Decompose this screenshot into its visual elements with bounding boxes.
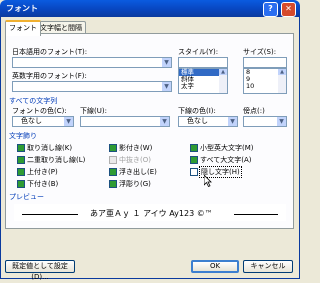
chevron-down-icon[interactable]: ▼ <box>64 117 73 126</box>
chevron-down-icon[interactable]: ▼ <box>162 58 171 67</box>
shadow-label: 影付き(W) <box>119 144 153 152</box>
style-label: スタイル(Y): <box>178 48 219 56</box>
underline-color-combo[interactable]: 色なし ▼ <box>178 116 238 127</box>
window-title: フォント <box>6 4 38 13</box>
double-strikethrough-label: 二重取り消し線(L) <box>27 156 86 164</box>
underline-combo[interactable]: ▼ <box>80 116 170 127</box>
emphasis-combo[interactable]: ▼ <box>243 116 287 127</box>
double-strikethrough-checkbox[interactable] <box>17 156 25 164</box>
mouse-cursor-icon <box>204 175 212 187</box>
underline-label: 下線(U): <box>80 107 107 115</box>
scrollbar[interactable]: ▲ <box>278 69 286 93</box>
preview-text: あア亜Ａｙ １ アイウ Ay123 ©™ <box>90 209 213 218</box>
shadow-checkbox[interactable] <box>109 144 117 152</box>
all-caps-label: すべて大文字(A) <box>200 156 252 164</box>
style-input[interactable] <box>178 57 228 68</box>
set-default-button[interactable]: 既定値として設定(D)... <box>5 260 75 281</box>
scrollbar[interactable]: ▲ <box>219 69 227 93</box>
close-button[interactable]: ✕ <box>281 2 296 17</box>
preview-section: プレビュー <box>9 193 44 201</box>
emphasis-label: 傍点(:) <box>243 107 265 115</box>
underline-color-value: 色なし <box>187 117 208 125</box>
strikethrough-label: 取り消し線(K) <box>27 144 73 152</box>
subscript-checkbox[interactable] <box>17 180 25 188</box>
engrave-label: 浮彫り(G) <box>119 180 151 188</box>
underline-color-label: 下線の色(I): <box>178 107 216 115</box>
japanese-font-label: 日本語用のフォント(T): <box>12 48 88 56</box>
emboss-checkbox[interactable] <box>109 168 117 176</box>
strikethrough-checkbox[interactable] <box>17 144 25 152</box>
cancel-button[interactable]: キャンセル <box>243 260 293 273</box>
all-caps-checkbox[interactable] <box>190 156 198 164</box>
small-caps-checkbox[interactable] <box>190 144 198 152</box>
chevron-down-icon[interactable]: ▼ <box>160 117 169 126</box>
chevron-down-icon[interactable]: ▼ <box>162 82 171 91</box>
chevron-down-icon[interactable]: ▼ <box>228 117 237 126</box>
font-color-combo[interactable]: 色なし ▼ <box>12 116 74 127</box>
size-list[interactable]: 8 9 10 ▲ <box>243 68 287 94</box>
font-color-label: フォントの色(C): <box>12 107 67 115</box>
size-input[interactable] <box>243 57 287 68</box>
preview-line-left <box>22 214 78 215</box>
hidden-checkbox[interactable] <box>190 168 198 176</box>
emboss-label: 浮き出し(E) <box>119 168 157 176</box>
effects-section: 文字飾り <box>9 132 37 140</box>
superscript-label: 上付き(P) <box>27 168 58 176</box>
japanese-font-combo[interactable]: ▼ <box>12 57 172 68</box>
chevron-down-icon[interactable]: ▼ <box>277 117 286 126</box>
all-text-section: すべての文字列 <box>9 97 58 105</box>
help-button[interactable]: ? <box>263 2 278 17</box>
superscript-checkbox[interactable] <box>17 168 25 176</box>
subscript-label: 下付き(B) <box>27 180 59 188</box>
outline-checkbox[interactable] <box>109 156 117 164</box>
size-label: サイズ(S): <box>243 48 277 56</box>
small-caps-label: 小型英大文字(M) <box>200 144 254 152</box>
font-color-value: 色なし <box>21 117 42 125</box>
preview-box: あア亜Ａｙ １ アイウ Ay123 ©™ <box>14 204 286 221</box>
title-bar: フォント ? ✕ <box>0 0 300 17</box>
engrave-checkbox[interactable] <box>109 180 117 188</box>
style-list[interactable]: 標準 斜体 太字 ▲ <box>178 68 228 94</box>
tab-font[interactable]: フォント <box>5 20 41 36</box>
ok-button[interactable]: OK <box>191 260 239 273</box>
western-font-label: 英数字用のフォント(F): <box>12 72 87 80</box>
western-font-combo[interactable]: ▼ <box>12 81 172 92</box>
outline-label: 中抜き(O) <box>119 156 151 164</box>
preview-line-right <box>234 214 278 215</box>
